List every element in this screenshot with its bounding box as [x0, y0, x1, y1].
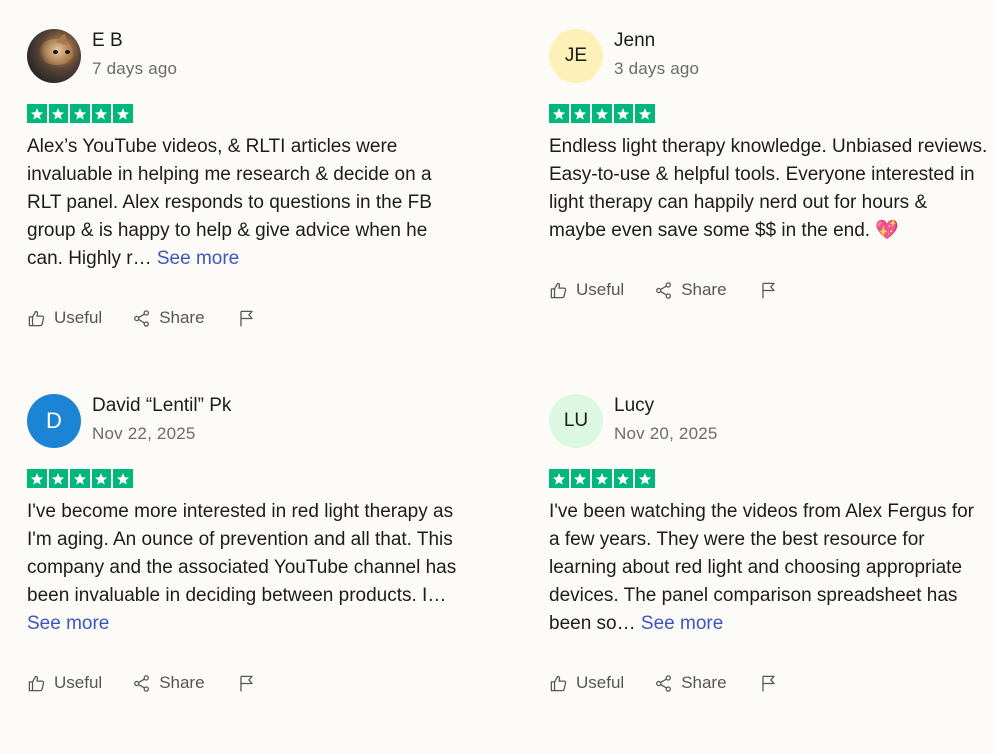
star-icon — [91, 469, 111, 488]
star-icon — [635, 469, 655, 488]
review-header: E B 7 days ago — [27, 29, 467, 89]
star-icon — [70, 469, 90, 488]
reviewer-name[interactable]: Jenn — [614, 30, 655, 52]
review-date: Nov 20, 2025 — [614, 424, 718, 443]
star-icon — [70, 104, 90, 123]
thumbs-up-icon — [550, 675, 567, 691]
share-button[interactable]: Share — [654, 280, 727, 300]
star-icon — [91, 104, 111, 123]
flag-icon — [239, 675, 253, 691]
star-icon — [592, 104, 612, 123]
useful-button[interactable]: Useful — [27, 673, 102, 693]
avatar[interactable]: D — [27, 394, 81, 448]
flag-icon — [761, 675, 775, 691]
star-icon — [113, 104, 133, 123]
star-icon — [613, 469, 633, 488]
share-label: Share — [681, 280, 727, 299]
review-date: 7 days ago — [92, 59, 178, 78]
review-actions: Useful Share — [549, 279, 989, 301]
avatar[interactable]: LU — [549, 394, 603, 448]
avatar[interactable] — [27, 29, 81, 83]
thumbs-up-icon — [28, 310, 45, 326]
review-header: JE Jenn 3 days ago — [549, 29, 989, 89]
reviewer-name[interactable]: E B — [92, 30, 123, 52]
review-actions: Useful Share — [27, 307, 467, 329]
star-rating — [549, 104, 989, 123]
useful-button[interactable]: Useful — [27, 308, 102, 328]
star-rating — [549, 469, 989, 488]
useful-button[interactable]: Useful — [549, 280, 624, 300]
star-icon — [549, 469, 569, 488]
thumbs-up-icon — [28, 675, 45, 691]
reviewer-name[interactable]: Lucy — [614, 395, 654, 417]
share-button[interactable]: Share — [132, 308, 205, 328]
review-actions: Useful Share — [27, 672, 467, 694]
see-more-link[interactable]: See more — [27, 613, 109, 634]
review-date: 3 days ago — [614, 59, 700, 78]
review-card: JE Jenn 3 days ago Endless light therapy… — [549, 29, 989, 301]
useful-label: Useful — [54, 673, 103, 692]
review-header: D David “Lentil” Pk Nov 22, 2025 — [27, 394, 467, 454]
flag-icon — [239, 310, 253, 326]
review-header: LU Lucy Nov 20, 2025 — [549, 394, 989, 454]
useful-button[interactable]: Useful — [549, 673, 624, 693]
star-icon — [570, 469, 590, 488]
star-icon — [592, 469, 612, 488]
useful-label: Useful — [54, 308, 103, 327]
star-icon — [27, 104, 47, 123]
star-rating — [27, 469, 467, 488]
review-actions: Useful Share — [549, 672, 989, 694]
review-text: I've been watching the videos from Alex … — [549, 501, 975, 634]
star-icon — [113, 469, 133, 488]
share-button[interactable]: Share — [654, 673, 727, 693]
report-button[interactable] — [237, 674, 256, 693]
report-button[interactable] — [759, 674, 778, 693]
review-card: LU Lucy Nov 20, 2025 I've been watching … — [549, 394, 989, 694]
share-button[interactable]: Share — [132, 673, 205, 693]
share-icon — [656, 674, 672, 692]
see-more-link[interactable]: See more — [641, 613, 723, 634]
star-icon — [549, 104, 569, 123]
star-icon — [570, 104, 590, 123]
thumbs-up-icon — [550, 282, 567, 298]
useful-label: Useful — [576, 280, 625, 299]
review-text: Endless light therapy knowledge. Unbiase… — [549, 136, 988, 241]
review-card: E B 7 days ago Alex’s YouTube videos, & … — [27, 29, 467, 329]
share-label: Share — [681, 673, 727, 692]
report-button[interactable] — [759, 281, 778, 300]
star-icon — [27, 469, 47, 488]
share-icon — [134, 309, 150, 327]
useful-label: Useful — [576, 673, 625, 692]
share-label: Share — [159, 308, 205, 327]
share-icon — [656, 281, 672, 299]
star-rating — [27, 104, 467, 123]
share-label: Share — [159, 673, 205, 692]
star-icon — [635, 104, 655, 123]
star-icon — [48, 104, 68, 123]
review-text: Alex’s YouTube videos, & RLTI articles w… — [27, 136, 432, 269]
review-text: I've become more interested in red light… — [27, 501, 457, 634]
see-more-link[interactable]: See more — [157, 248, 239, 269]
flag-icon — [761, 282, 775, 298]
report-button[interactable] — [237, 309, 256, 328]
star-icon — [48, 469, 68, 488]
star-icon — [613, 104, 633, 123]
review-card: D David “Lentil” Pk Nov 22, 2025 I've be… — [27, 394, 467, 694]
share-icon — [134, 674, 150, 692]
reviewer-name[interactable]: David “Lentil” Pk — [92, 395, 231, 417]
review-date: Nov 22, 2025 — [92, 424, 196, 443]
avatar[interactable]: JE — [549, 29, 603, 83]
